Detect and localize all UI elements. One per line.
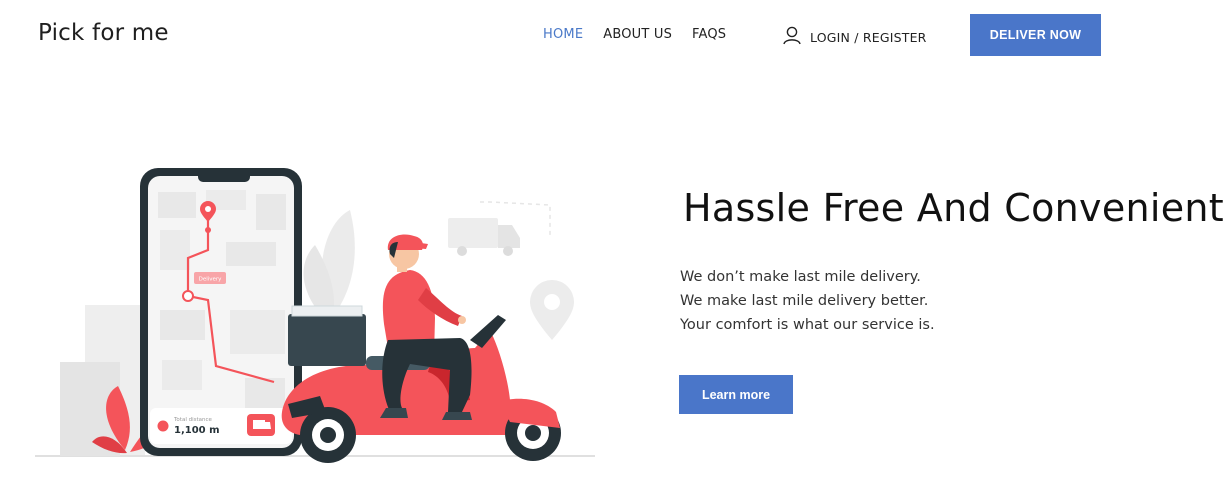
- map-tag: Delivery: [199, 277, 223, 283]
- learn-more-button[interactable]: Learn more: [679, 375, 793, 414]
- login-register-link[interactable]: LOGIN / REGISTER: [782, 25, 927, 50]
- main-nav: HOME ABOUT US FAQS: [543, 27, 726, 42]
- nav-about-us[interactable]: ABOUT US: [603, 27, 672, 42]
- login-register-label: LOGIN / REGISTER: [810, 30, 927, 45]
- nav-home[interactable]: HOME: [543, 27, 583, 42]
- brand-logo[interactable]: Pick for me: [38, 20, 169, 46]
- distance-value: 1,100 m: [174, 425, 220, 436]
- hero-line: Your comfort is what our service is.: [680, 317, 935, 333]
- site-header: Pick for me HOME ABOUT US FAQS LOGIN / R…: [0, 0, 1231, 70]
- hero-description: We don’t make last mile delivery. We mak…: [680, 268, 935, 340]
- user-icon: [782, 25, 802, 50]
- hero-headline: Hassle Free And Convenient: [683, 186, 1225, 230]
- deliver-now-button[interactable]: DELIVER NOW: [970, 14, 1101, 56]
- nav-faqs[interactable]: FAQS: [692, 27, 726, 42]
- delivery-illustration: Delivery Total distance 1,100 m: [30, 150, 630, 470]
- distance-label: Total distance: [173, 417, 213, 423]
- hero-line: We don’t make last mile delivery.: [680, 269, 921, 285]
- hero-line: We make last mile delivery better.: [680, 293, 929, 309]
